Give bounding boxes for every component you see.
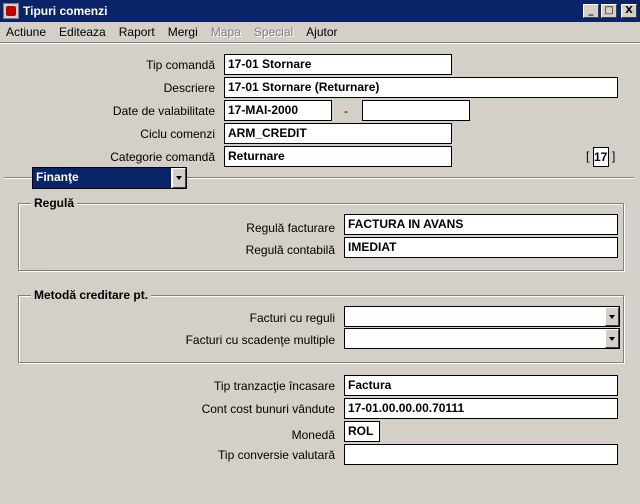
cont-cost-label: Cont cost bunuri vândute <box>201 402 335 416</box>
regula-contabila-field[interactable]: IMEDIAT <box>344 237 618 258</box>
categorie-comanda-label: Categorie comandă <box>110 150 215 164</box>
regula-facturare-label: Regulă facturare <box>246 221 335 235</box>
counter-close-bracket: ] <box>612 149 616 164</box>
counter-value[interactable]: 17 <box>592 147 609 167</box>
maximize-button[interactable]: □ <box>601 4 617 18</box>
ciclu-comenzi-field[interactable]: ARM_CREDIT <box>224 123 452 144</box>
menu-editeaza[interactable]: Editeaza <box>59 25 106 39</box>
regula-facturare-field[interactable]: FACTURA IN AVANS <box>344 214 618 235</box>
menu-mergi[interactable]: Mergi <box>168 25 198 39</box>
descriere-field[interactable]: 17-01 Stornare (Returnare) <box>224 77 618 98</box>
minimize-button[interactable]: _ <box>583 4 599 18</box>
conversie-label: Tip conversie valutară <box>218 448 335 462</box>
date-to-field[interactable] <box>362 100 470 121</box>
tranzactie-field[interactable]: Factura <box>344 375 618 396</box>
window-title: Tipuri comenzi <box>23 4 108 18</box>
close-button[interactable]: X <box>621 4 637 18</box>
title-bar: Tipuri comenzi _ □ X <box>0 0 640 22</box>
menu-bar: Actiune Editeaza Raport Mergi Mapa Speci… <box>0 22 640 42</box>
menu-special: Special <box>253 25 294 39</box>
date-separator: - <box>344 104 348 118</box>
categorie-comanda-field[interactable]: Returnare <box>224 146 452 167</box>
tip-comanda-label: Tip comandă <box>146 58 215 72</box>
date-valabilitate-label: Date de valabilitate <box>112 104 215 118</box>
menu-actiune[interactable]: Actiune <box>6 25 46 39</box>
app-icon[interactable] <box>3 3 19 19</box>
facturi-reguli-label: Facturi cu reguli <box>249 311 335 325</box>
menu-separator <box>0 42 640 44</box>
chevron-down-icon[interactable] <box>605 329 619 348</box>
date-from-field[interactable]: 17-MAI-2000 <box>224 100 332 121</box>
facturi-reguli-select[interactable] <box>344 306 620 327</box>
record-counter: [ 17 ] <box>586 147 615 167</box>
facturi-scadente-label: Facturi cu scadenţe multiple <box>185 333 335 347</box>
ciclu-comenzi-label: Ciclu comenzi <box>140 127 215 141</box>
descriere-label: Descriere <box>163 81 215 95</box>
metoda-group-title: Metodă creditare pt. <box>31 288 152 302</box>
moneda-field[interactable]: ROL <box>344 421 380 442</box>
menu-ajutor[interactable]: Ajutor <box>306 25 337 39</box>
menu-mapa: Mapa <box>210 25 241 39</box>
chevron-down-icon[interactable] <box>605 307 619 326</box>
regula-group-title: Regulă <box>31 196 78 210</box>
counter-open-bracket: [ <box>586 149 590 164</box>
regula-contabila-label: Regulă contabilă <box>245 243 335 257</box>
moneda-label: Monedă <box>291 428 335 442</box>
chevron-down-icon[interactable] <box>172 168 186 188</box>
tranzactie-label: Tip tranzacţie încasare <box>214 379 335 393</box>
cont-cost-field[interactable]: 17-01.00.00.00.70111 <box>344 398 618 419</box>
tip-comanda-field[interactable]: 17-01 Stornare <box>224 54 452 75</box>
conversie-field[interactable] <box>344 444 618 465</box>
facturi-scadente-select[interactable] <box>344 328 620 349</box>
region-selector-value: Finanţe <box>33 168 171 188</box>
menu-raport[interactable]: Raport <box>119 25 155 39</box>
region-selector[interactable]: Finanţe <box>32 167 187 189</box>
